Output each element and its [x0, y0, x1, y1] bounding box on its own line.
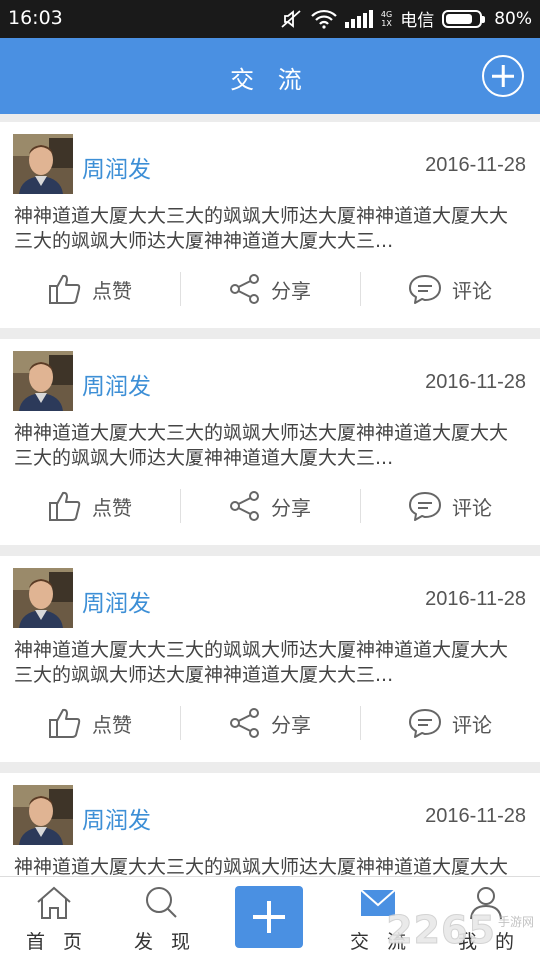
- post-date: 2016-11-28: [425, 154, 526, 176]
- mute-icon: [279, 8, 303, 30]
- comment-button[interactable]: 评论: [360, 485, 540, 527]
- share-label: 分享: [271, 278, 311, 303]
- post-date: 2016-11-28: [425, 805, 526, 827]
- author-name[interactable]: 周润发: [82, 367, 151, 401]
- comment-label: 评论: [452, 712, 492, 737]
- comment-icon: [408, 707, 442, 739]
- comment-label: 评论: [452, 495, 492, 520]
- wifi-icon: [311, 9, 337, 29]
- share-button[interactable]: 分享: [180, 268, 360, 310]
- post-content[interactable]: 神神道道大厦大大三大的飒飒大师达大厦神神道道大厦大大三大的飒飒大师达大厦神神道道…: [14, 855, 526, 876]
- post-content[interactable]: 神神道道大厦大大三大的飒飒大师达大厦神神道道大厦大大三大的飒飒大师达大厦神神道道…: [14, 638, 526, 688]
- thumbs-up-icon: [48, 490, 82, 522]
- thumbs-up-icon: [48, 707, 82, 739]
- post-actions: 点赞 分享 评论: [0, 485, 540, 527]
- share-label: 分享: [271, 712, 311, 737]
- home-icon: [34, 885, 74, 921]
- watermark-number: 2265: [386, 908, 496, 953]
- avatar[interactable]: [13, 351, 73, 411]
- share-label: 分享: [271, 495, 311, 520]
- author-name[interactable]: 周润发: [82, 801, 151, 835]
- watermark-text: 手游网: [497, 915, 534, 929]
- carrier-label: 电信: [400, 11, 435, 31]
- author-name[interactable]: 周润发: [82, 584, 151, 618]
- comment-icon: [408, 273, 442, 305]
- nav-home[interactable]: 首 页: [0, 877, 108, 960]
- like-label: 点赞: [92, 712, 132, 737]
- post-card: 周润发 2016-11-28 神神道道大厦大大三大的飒飒大师达大厦神神道道大厦大…: [0, 773, 540, 876]
- status-time: 16:03: [8, 7, 63, 29]
- post-date: 2016-11-28: [425, 371, 526, 393]
- post-actions: 点赞 分享 评论: [0, 702, 540, 744]
- like-button[interactable]: 点赞: [0, 702, 180, 744]
- thumbs-up-icon: [48, 273, 82, 305]
- post-content[interactable]: 神神道道大厦大大三大的飒飒大师达大厦神神道道大厦大大三大的飒飒大师达大厦神神道道…: [14, 421, 526, 471]
- share-icon: [229, 707, 261, 739]
- network-4g-label: 4G: [380, 9, 393, 19]
- status-icons: 4G 1X 电信 80%: [279, 6, 532, 31]
- battery-fill: [446, 13, 472, 24]
- share-button[interactable]: 分享: [180, 702, 360, 744]
- nav-discover[interactable]: 发 现: [108, 877, 216, 960]
- comment-label: 评论: [452, 278, 492, 303]
- post-card: 周润发 2016-11-28 神神道道大厦大大三大的飒飒大师达大厦神神道道大厦大…: [0, 339, 540, 545]
- nav-home-label: 首 页: [25, 931, 89, 953]
- watermark: 2265 手游网: [386, 908, 534, 953]
- avatar[interactable]: [13, 568, 73, 628]
- search-icon: [142, 885, 182, 921]
- like-label: 点赞: [92, 495, 132, 520]
- post-date: 2016-11-28: [425, 588, 526, 610]
- network-1x-label: 1X: [381, 18, 392, 28]
- comment-icon: [408, 490, 442, 522]
- like-button[interactable]: 点赞: [0, 485, 180, 527]
- post-card: 周润发 2016-11-28 神神道道大厦大大三大的飒飒大师达大厦神神道道大厦大…: [0, 122, 540, 328]
- network-type: 4G 1X: [381, 10, 392, 28]
- compose-button[interactable]: [235, 886, 303, 948]
- share-icon: [229, 490, 261, 522]
- nav-center: [216, 877, 324, 960]
- author-name[interactable]: 周润发: [82, 150, 151, 184]
- post-card: 周润发 2016-11-28 神神道道大厦大大三大的飒飒大师达大厦神神道道大厦大…: [0, 556, 540, 762]
- avatar[interactable]: [13, 134, 73, 194]
- status-bar: 16:03 4G 1X 电信 80%: [0, 0, 540, 38]
- post-actions: 点赞 分享 评论: [0, 268, 540, 310]
- plus-circle-icon[interactable]: [482, 55, 524, 97]
- post-content[interactable]: 神神道道大厦大大三大的飒飒大师达大厦神神道道大厦大大三大的飒飒大师达大厦神神道道…: [14, 204, 526, 254]
- nav-discover-label: 发 现: [133, 931, 197, 953]
- share-button[interactable]: 分享: [180, 485, 360, 527]
- post-feed[interactable]: 周润发 2016-11-28 神神道道大厦大大三大的飒飒大师达大厦神神道道大厦大…: [0, 122, 540, 876]
- avatar[interactable]: [13, 785, 73, 845]
- like-button[interactable]: 点赞: [0, 268, 180, 310]
- battery-icon: [442, 9, 486, 28]
- share-icon: [229, 273, 261, 305]
- signal-icon: [344, 9, 373, 28]
- comment-button[interactable]: 评论: [360, 702, 540, 744]
- like-label: 点赞: [92, 278, 132, 303]
- battery-percent: 80%: [494, 8, 532, 29]
- page-title: 交 流: [230, 66, 310, 94]
- comment-button[interactable]: 评论: [360, 268, 540, 310]
- app-header: 交 流: [0, 38, 540, 114]
